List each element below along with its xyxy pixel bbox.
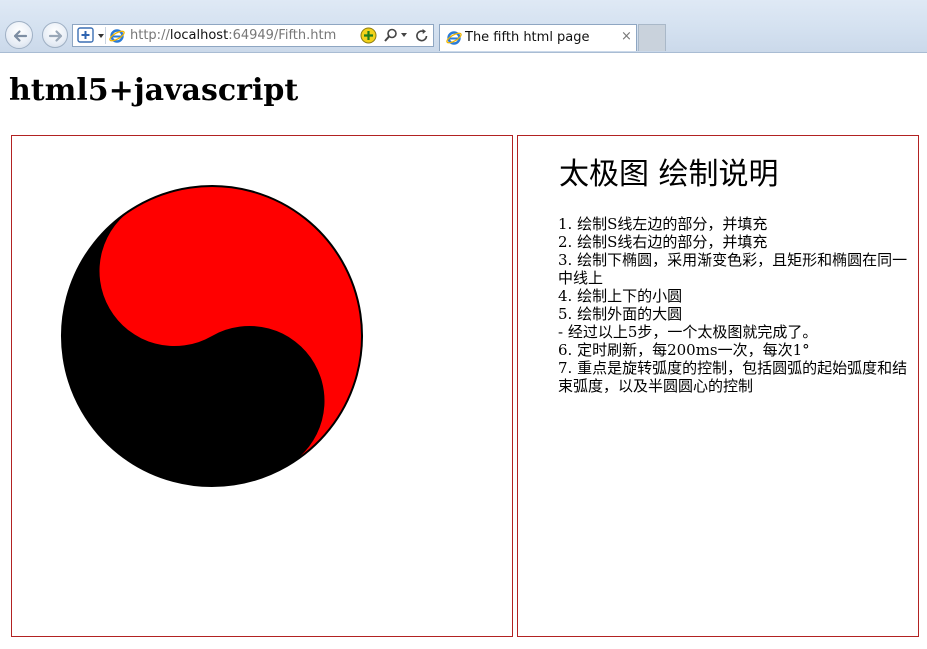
info-item: 2. 绘制S线右边的部分，并填充 xyxy=(558,233,768,251)
forward-arrow-icon xyxy=(48,30,63,42)
security-menu-button[interactable] xyxy=(75,27,106,44)
shield-icon xyxy=(77,27,94,43)
info-list: 1. 绘制S线左边的部分，并填充 2. 绘制S线右边的部分，并填充 3. 绘制下… xyxy=(558,215,913,395)
compatibility-view-icon[interactable] xyxy=(360,27,377,44)
back-button[interactable] xyxy=(5,21,33,49)
info-item: 7. 重点是旋转弧度的控制，包括圆弧的起始弧度和结束弧度，以及半圆圆心的控制 xyxy=(558,359,908,395)
page-heading: html5+javascript xyxy=(9,73,299,108)
taiji-canvas xyxy=(11,135,513,637)
search-icon[interactable] xyxy=(384,28,398,43)
taiji-diagram xyxy=(61,185,363,487)
tab-title: The fifth html page xyxy=(465,30,590,45)
info-item: - 经过以上5步，一个太极图就完成了。 xyxy=(558,323,818,341)
refresh-icon[interactable] xyxy=(415,28,429,43)
info-item: 5. 绘制外面的大圆 xyxy=(558,305,683,323)
forward-button[interactable] xyxy=(42,22,68,48)
info-panel: 太极图 绘制说明 1. 绘制S线左边的部分，并填充 2. 绘制S线右边的部分，并… xyxy=(517,135,919,637)
url-text[interactable]: http://localhost:64949/Fifth.htm xyxy=(130,28,336,44)
info-item: 6. 定时刷新，每200ms一次，每次1° xyxy=(558,341,810,359)
chevron-down-icon xyxy=(98,34,104,38)
ie-page-icon xyxy=(109,29,125,43)
chevron-down-icon[interactable] xyxy=(401,33,407,37)
browser-chrome: http://localhost:64949/Fifth.htm The fif… xyxy=(0,0,927,53)
address-bar[interactable]: http://localhost:64949/Fifth.htm xyxy=(72,24,434,47)
info-item: 1. 绘制S线左边的部分，并填充 xyxy=(558,215,768,233)
info-item: 4. 绘制上下的小圆 xyxy=(558,287,683,305)
tab-close-button[interactable]: × xyxy=(621,29,632,45)
info-item: 3. 绘制下椭圆，采用渐变色彩，且矩形和椭圆在同一中线上 xyxy=(558,251,908,287)
ie-page-icon xyxy=(446,31,462,45)
new-tab-button[interactable] xyxy=(638,24,666,51)
tab-fifth-html-page[interactable]: The fifth html page × xyxy=(439,24,637,51)
info-title: 太极图 绘制说明 xyxy=(559,157,779,192)
back-arrow-icon xyxy=(13,30,28,42)
